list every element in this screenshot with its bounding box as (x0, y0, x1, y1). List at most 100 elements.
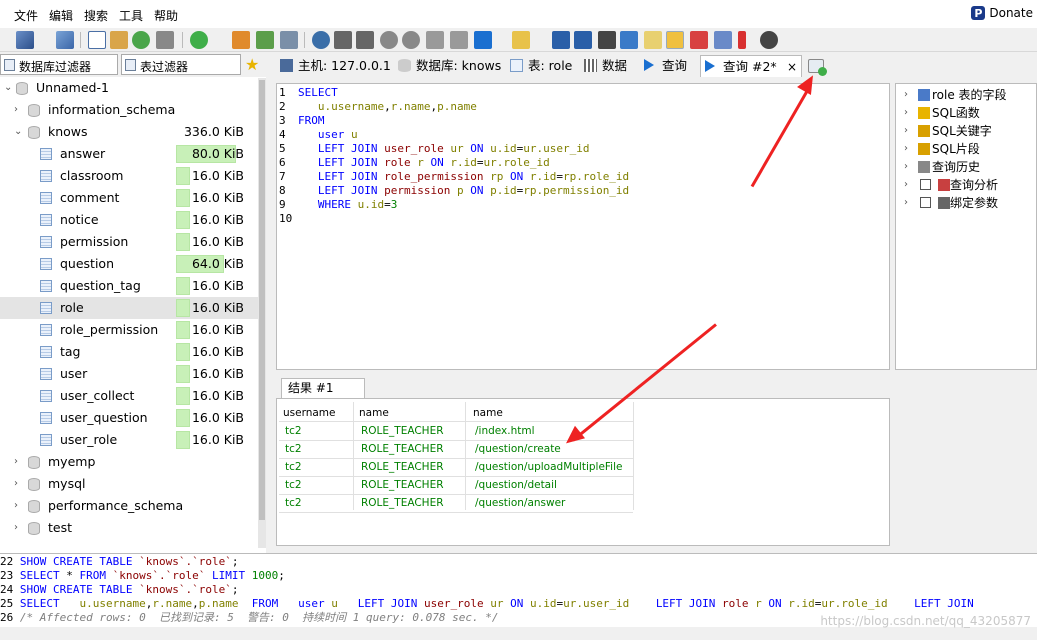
expand-chevron-icon[interactable]: › (14, 495, 18, 517)
tab-query[interactable]: 查询 (640, 55, 696, 77)
tree-table[interactable]: user_role 16.0 KiB (0, 429, 258, 451)
code-line[interactable]: LEFT JOIN user_role ur ON u.id=ur.user_i… (298, 142, 590, 155)
refresh-icon[interactable] (190, 31, 208, 49)
close-tab-icon[interactable]: × (787, 56, 797, 78)
column-header[interactable]: name (359, 403, 389, 423)
grid-cell[interactable]: /index.html (475, 422, 535, 440)
run-icon[interactable] (474, 31, 492, 49)
grid-cell[interactable]: /question/answer (475, 494, 565, 512)
connect-icon[interactable] (16, 31, 34, 49)
helper-item[interactable]: › role 表的字段 (904, 86, 1007, 104)
disconnect-icon[interactable] (56, 31, 74, 49)
save-icon[interactable] (552, 31, 570, 49)
first-icon[interactable] (334, 31, 352, 49)
copy-icon[interactable] (88, 31, 106, 49)
export-icon[interactable] (256, 31, 274, 49)
open-file-icon[interactable] (512, 31, 530, 49)
tree-database-open[interactable]: ⌄ knows 336.0 KiB (0, 121, 258, 143)
donate-button[interactable]: P Donate (971, 6, 1033, 20)
helper-item[interactable]: › 查询历史 (904, 158, 980, 176)
grid-cell[interactable]: tc2 (285, 440, 302, 458)
cancel-icon[interactable] (450, 31, 468, 49)
expand-chevron-icon[interactable]: › (14, 451, 18, 473)
grid-cell[interactable]: ROLE_TEACHER (361, 458, 444, 476)
insert-row-icon[interactable] (380, 31, 398, 49)
tab-query-2[interactable]: 查询 #2* × (700, 55, 802, 77)
save-as-icon[interactable] (574, 31, 592, 49)
column-header[interactable]: name (473, 403, 503, 423)
post-icon[interactable] (426, 31, 444, 49)
grid-cell[interactable]: /question/create (475, 440, 561, 458)
tree-database[interactable]: › performance_schema (0, 495, 258, 517)
code-line[interactable]: LEFT JOIN permission p ON p.id=rp.permis… (298, 184, 629, 197)
expand-chevron-icon[interactable]: › (904, 122, 908, 140)
sql-editor[interactable]: 1 2 3 4 5 6 7 8 9 10 SELECT u.username,r.name,p.n… (276, 83, 890, 370)
tree-table[interactable]: permission 16.0 KiB (0, 231, 258, 253)
menu-edit[interactable]: 编辑 (49, 7, 73, 24)
collapse-chevron-icon[interactable]: ⌄ (4, 77, 12, 99)
tree-table[interactable]: answer 80.0 KiB (0, 143, 258, 165)
tree-table[interactable]: question 64.0 KiB (0, 253, 258, 275)
helper-item[interactable]: › SQL关键字 (904, 122, 992, 140)
log-scrollbar[interactable] (0, 627, 1037, 640)
print-icon[interactable] (156, 31, 174, 49)
helper-item[interactable]: › SQL函数 (904, 104, 980, 122)
result-grid[interactable]: username name name tc2 ROLE_TEACHER/index.ht… (276, 398, 890, 546)
grid-cell[interactable]: tc2 (285, 458, 302, 476)
error-icon[interactable] (690, 31, 708, 49)
code-line[interactable]: SELECT (298, 86, 338, 99)
tab-host[interactable]: 主机: 127.0.0.1 (276, 55, 392, 77)
format-icon[interactable] (620, 31, 638, 49)
collapse-chevron-icon[interactable]: ⌄ (14, 121, 22, 143)
semicolon-icon[interactable] (738, 31, 746, 49)
grid-cell[interactable]: ROLE_TEACHER (361, 494, 444, 512)
list-icon[interactable] (714, 31, 732, 49)
checkbox[interactable] (920, 179, 931, 190)
helper-item[interactable]: › 绑定参数 (904, 194, 998, 212)
paste-icon[interactable] (110, 31, 128, 49)
expand-chevron-icon[interactable]: › (904, 86, 908, 104)
code-line[interactable]: LEFT JOIN role_permission rp ON r.id=rp.… (298, 170, 629, 183)
tree-table[interactable]: role 16.0 KiB (0, 297, 258, 319)
expand-chevron-icon[interactable]: › (904, 158, 908, 176)
tree-table[interactable]: question_tag 16.0 KiB (0, 275, 258, 297)
expand-chevron-icon[interactable]: › (14, 473, 18, 495)
grid-cell[interactable]: tc2 (285, 494, 302, 512)
grid-cell[interactable]: ROLE_TEACHER (361, 440, 444, 458)
warning-icon[interactable] (666, 31, 684, 49)
grid-cell[interactable]: ROLE_TEACHER (361, 422, 444, 440)
grid-cell[interactable]: tc2 (285, 476, 302, 494)
code-line[interactable]: FROM (298, 114, 325, 127)
code-line[interactable]: WHERE u.id=3 (298, 198, 398, 211)
tree-database[interactable]: › mysql (0, 473, 258, 495)
tree-table[interactable]: classroom 16.0 KiB (0, 165, 258, 187)
expand-chevron-icon[interactable]: › (904, 176, 908, 194)
import-icon[interactable] (280, 31, 298, 49)
expand-chevron-icon[interactable]: › (14, 99, 18, 121)
result-tab[interactable]: 结果 #1 (3×5) (281, 378, 365, 414)
column-header[interactable]: username (283, 403, 336, 423)
undo-icon[interactable] (132, 31, 150, 49)
tab-table[interactable]: 表: role (506, 55, 576, 77)
tree-scrollbar[interactable] (258, 78, 266, 548)
expand-chevron-icon[interactable]: › (904, 194, 908, 212)
tree-table[interactable]: notice 16.0 KiB (0, 209, 258, 231)
code-line[interactable]: u.username,r.name,p.name (298, 100, 477, 113)
menu-tools[interactable]: 工具 (119, 7, 143, 24)
snippets-icon[interactable] (598, 31, 616, 49)
tree-root[interactable]: ⌄ Unnamed-1 (0, 77, 258, 99)
tree-table[interactable]: tag 16.0 KiB (0, 341, 258, 363)
menu-file[interactable]: 文件 (14, 7, 38, 24)
edit-icon[interactable] (644, 31, 662, 49)
menu-search[interactable]: 搜索 (84, 7, 108, 24)
code-line[interactable]: LEFT JOIN role r ON r.id=ur.role_id (298, 156, 550, 169)
last-icon[interactable] (356, 31, 374, 49)
tree-table[interactable]: user_collect 16.0 KiB (0, 385, 258, 407)
delete-row-icon[interactable] (402, 31, 420, 49)
tree-table[interactable]: user 16.0 KiB (0, 363, 258, 385)
tab-database[interactable]: 数据库: knows (394, 55, 502, 77)
tab-data[interactable]: 数据 (580, 55, 638, 77)
helper-item[interactable]: › 查询分析 (904, 176, 998, 194)
tree-table[interactable]: comment 16.0 KiB (0, 187, 258, 209)
stop-icon[interactable] (760, 31, 778, 49)
